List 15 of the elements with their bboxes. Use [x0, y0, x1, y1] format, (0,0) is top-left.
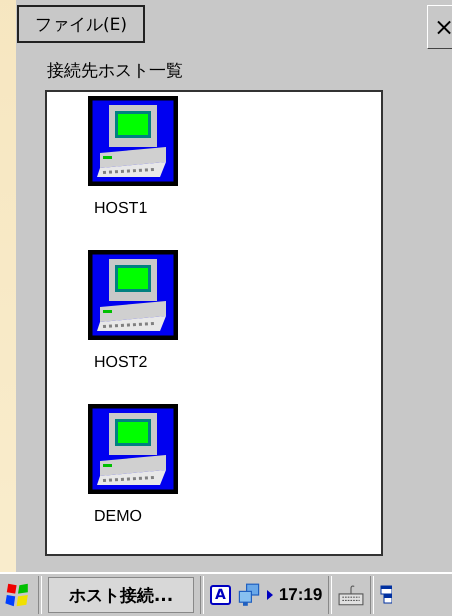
host-name: HOST2 [94, 354, 148, 372]
host-name: DEMO [94, 508, 142, 526]
input-mode-indicator[interactable]: A [210, 585, 231, 605]
expand-arrow-icon[interactable] [266, 590, 273, 600]
host-list-label: 接続先ホスト一覧 [47, 60, 184, 81]
computer-icon[interactable] [88, 404, 178, 494]
close-button[interactable]: × [427, 5, 452, 49]
computer-icon[interactable] [88, 250, 178, 340]
host-name: HOST1 [94, 200, 148, 218]
file-menu[interactable]: ファイル(E) [17, 5, 145, 43]
keyboard-icon[interactable] [338, 583, 364, 607]
taskbar-task-button[interactable]: ホスト接続... [48, 577, 194, 613]
network-icon[interactable] [236, 583, 261, 607]
clock: 17:19 [278, 585, 322, 605]
computer-icon[interactable] [88, 96, 178, 186]
